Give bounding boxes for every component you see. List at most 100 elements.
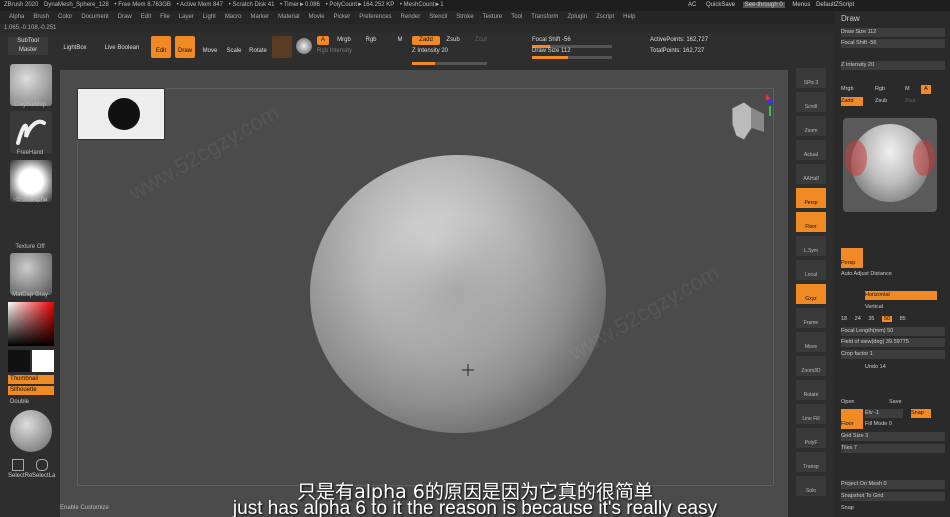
shelf-actual-button[interactable]: Actual xyxy=(796,140,826,160)
menu-item-zplugin[interactable]: Zplugin xyxy=(567,11,587,24)
menu-item-render[interactable]: Render xyxy=(401,11,421,24)
subtool-master-button[interactable]: SubTool Master xyxy=(8,37,48,55)
menu-item-macro[interactable]: Macro xyxy=(225,11,242,24)
rotate-button[interactable]: Rotate xyxy=(248,36,268,58)
shelf-rotate-button[interactable]: Rotate xyxy=(796,380,826,400)
menu-item-marker[interactable]: Marker xyxy=(250,11,269,24)
matcap-preview[interactable] xyxy=(843,118,937,212)
zcut-toggle[interactable]: Zcut xyxy=(472,36,490,45)
shelf-l-sym-button[interactable]: L.Sym xyxy=(796,236,826,256)
a-toggle[interactable]: A xyxy=(921,85,931,94)
texture-slot-icon[interactable] xyxy=(10,206,52,242)
shelf-polyf-button[interactable]: PolyF xyxy=(796,428,826,448)
auto-adjust-distance[interactable]: Auto Adjust Distance xyxy=(841,270,945,279)
zsub-toggle[interactable]: Zsub xyxy=(443,36,463,45)
script-button[interactable]: DefaultZScript xyxy=(816,2,854,8)
focal-shift-slider[interactable]: Focal Shift -56 xyxy=(841,39,945,48)
brush-alpha-icon[interactable] xyxy=(10,160,52,202)
elevation-slider[interactable]: Elv -1 xyxy=(865,409,903,418)
shelf-floor-button[interactable]: Floor xyxy=(796,212,826,232)
grid-size-slider[interactable]: Grid Size 3 xyxy=(841,432,945,441)
tiles-slider[interactable]: Tiles 7 xyxy=(841,444,945,453)
navigation-head-icon[interactable] xyxy=(722,94,774,150)
focal-length-slider[interactable]: Focal Length(mm) 50 xyxy=(841,327,945,336)
draw-size-slider[interactable]: Draw Size 112 xyxy=(532,47,602,56)
zadd-toggle[interactable]: Zadd xyxy=(841,97,863,106)
freehand-stroke-icon[interactable] xyxy=(10,111,52,153)
menu-item-file[interactable]: File xyxy=(160,11,170,24)
rgb-toggle[interactable]: Rgb xyxy=(362,36,380,45)
edit-button[interactable]: Edit xyxy=(151,36,171,58)
menu-item-texture[interactable]: Texture xyxy=(483,11,503,24)
shelf-aahalf-button[interactable]: AAHalf xyxy=(796,164,826,184)
z-intensity-track[interactable] xyxy=(412,62,487,65)
menu-item-draw[interactable]: Draw xyxy=(118,11,132,24)
field-of-view-slider[interactable]: Field of view(deg) 39.59775 xyxy=(841,338,945,347)
z-intensity-slider[interactable]: Z Intensity 20 xyxy=(412,47,482,56)
fill-mode-slider[interactable]: Fill Mode 0 xyxy=(865,420,905,429)
thumbnail-button[interactable]: Thumbnail xyxy=(8,375,54,384)
z-intensity-slider[interactable]: Z Intensity 20 xyxy=(841,61,945,70)
menu-item-preferences[interactable]: Preferences xyxy=(359,11,391,24)
menu-item-alpha[interactable]: Alpha xyxy=(9,11,24,24)
lightbox-button[interactable]: LightBox xyxy=(58,37,92,59)
shelf-line-fill-button[interactable]: Line Fill xyxy=(796,404,826,424)
material-sphere-icon[interactable] xyxy=(296,38,312,54)
sculpt-sphere[interactable] xyxy=(310,155,606,433)
shelf-gxyz-button[interactable]: Gxyz xyxy=(796,284,826,304)
menu-item-document[interactable]: Document xyxy=(81,11,108,24)
menu-item-picker[interactable]: Picker xyxy=(334,11,351,24)
draw-size-track[interactable] xyxy=(532,56,612,59)
clay-brush-icon[interactable] xyxy=(10,64,52,106)
menu-item-brush[interactable]: Brush xyxy=(33,11,49,24)
focal-shift-slider[interactable]: Focal Shift -56 xyxy=(532,36,602,45)
menu-item-layer[interactable]: Layer xyxy=(179,11,194,24)
shelf-transp-button[interactable]: Transp xyxy=(796,452,826,472)
mrgb-toggle[interactable]: Mrgb xyxy=(333,36,355,45)
menu-item-transform[interactable]: Transform xyxy=(531,11,558,24)
sphere-thumbnail-icon[interactable] xyxy=(10,410,52,452)
persp-button[interactable]: Persp xyxy=(841,248,863,268)
silhouette-button[interactable]: Silhouette xyxy=(8,386,54,395)
menu-item-edit[interactable]: Edit xyxy=(141,11,151,24)
select-lasso-icon[interactable] xyxy=(36,459,48,471)
shelf-move-button[interactable]: Move xyxy=(796,332,826,352)
zadd-toggle[interactable]: Zadd xyxy=(412,36,440,45)
menu-item-tool[interactable]: Tool xyxy=(511,11,522,24)
shelf-persp-button[interactable]: Persp xyxy=(796,188,826,208)
matcap-icon[interactable] xyxy=(10,253,52,295)
floor-button[interactable]: Floor xyxy=(841,409,863,429)
primary-color-swatch[interactable] xyxy=(8,350,30,372)
open-button[interactable]: Open xyxy=(841,398,881,407)
scale-button[interactable]: Scale xyxy=(224,36,244,58)
select-rect-icon[interactable] xyxy=(12,459,24,471)
focal-50[interactable]: 50 xyxy=(881,316,893,322)
rgb-toggle[interactable]: Rgb xyxy=(875,85,891,94)
undo-slider[interactable]: Undo 14 xyxy=(865,363,937,372)
menu-item-help[interactable]: Help xyxy=(623,11,635,24)
move-button[interactable]: Move xyxy=(200,36,220,58)
secondary-color-swatch[interactable] xyxy=(32,350,54,372)
save-button[interactable]: Save xyxy=(889,398,929,407)
crop-factor-slider[interactable]: Crop factor 1 xyxy=(841,350,945,359)
seethrough-slider[interactable]: See-through 0 xyxy=(742,2,785,8)
double-button[interactable]: Double xyxy=(10,399,29,405)
shelf-local-button[interactable]: Local xyxy=(796,260,826,280)
menu-item-movie[interactable]: Movie xyxy=(309,11,325,24)
m-toggle[interactable]: M xyxy=(395,36,405,45)
shelf-spix-3-button[interactable]: SPix 3 xyxy=(796,68,826,88)
draw-size-slider[interactable]: Draw Size 112 xyxy=(841,28,945,37)
menu-item-stroke[interactable]: Stroke xyxy=(456,11,473,24)
live-boolean-button[interactable]: Live Boolean xyxy=(100,37,144,59)
color-picker[interactable] xyxy=(8,302,54,346)
rgb-intensity-slider[interactable]: Rgb Intensity xyxy=(317,47,377,56)
ac-button[interactable]: AC xyxy=(688,2,696,8)
menu-item-stencil[interactable]: Stencil xyxy=(429,11,447,24)
mrgb-toggle[interactable]: Mrgb xyxy=(841,85,861,94)
vertical-button[interactable]: Vertical xyxy=(865,303,937,312)
draw-button[interactable]: Draw xyxy=(175,36,195,58)
focal-35[interactable]: 35 xyxy=(868,316,874,322)
horizontal-button[interactable]: Horizontal xyxy=(865,291,937,300)
menu-item-zscript[interactable]: Zscript xyxy=(596,11,614,24)
focal-24[interactable]: 24 xyxy=(855,316,861,322)
